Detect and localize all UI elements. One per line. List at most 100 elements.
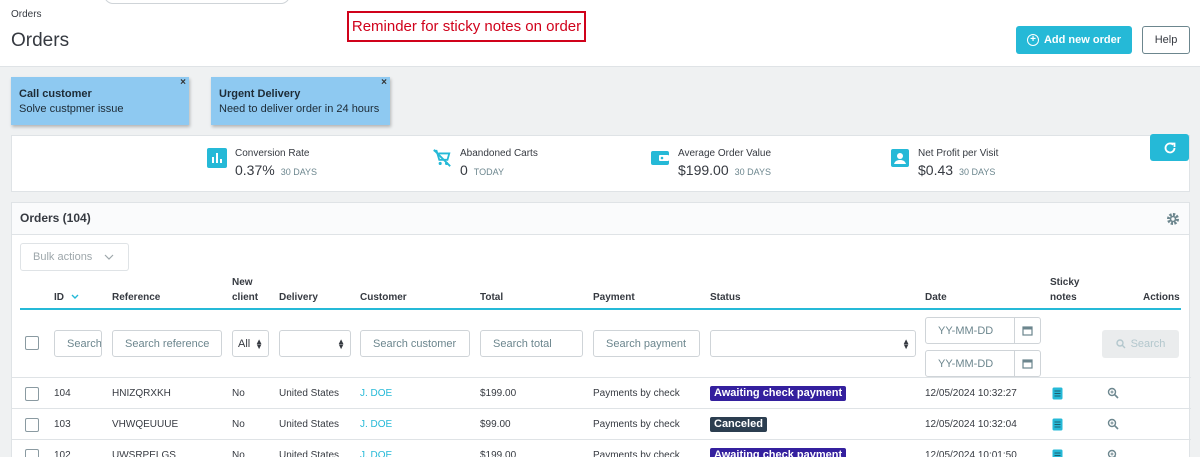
orders-card: Orders (104) Bulk actions ID Reference N…	[11, 202, 1191, 457]
row-checkbox[interactable]	[25, 387, 39, 401]
column-header-payment[interactable]: Payment	[593, 290, 635, 305]
order-customer-link[interactable]: J. DOE	[360, 388, 392, 399]
view-magnifier-icon[interactable]	[1107, 449, 1119, 457]
help-button[interactable]: Help	[1142, 26, 1190, 54]
kpi-label: Net Profit per Visit	[918, 148, 999, 159]
plus-circle-icon: +	[1026, 34, 1039, 46]
status-badge[interactable]: Awaiting check payment	[710, 448, 847, 457]
search-reference-input[interactable]: Search reference	[112, 330, 222, 357]
breadcrumb[interactable]: Orders	[11, 9, 42, 20]
column-label: New	[232, 277, 253, 288]
column-header-id[interactable]: ID	[54, 290, 79, 305]
row-checkbox[interactable]	[25, 418, 39, 432]
kpi-label: Conversion Rate	[235, 148, 310, 159]
order-delivery: United States	[279, 450, 340, 457]
order-reference: UWSRPELGS	[112, 450, 176, 457]
sticky-note-icon[interactable]	[1052, 387, 1063, 400]
chevron-down-icon	[104, 254, 114, 260]
new-client-select-value: All	[238, 337, 251, 350]
order-id: 102	[54, 450, 71, 457]
table-row[interactable]: 102 UWSRPELGS No United States J. DOE $199.00…	[12, 440, 1191, 457]
add-new-order-button[interactable]: + Add new order	[1016, 26, 1132, 54]
view-magnifier-icon[interactable]	[1107, 387, 1119, 399]
filter-row: Search ID Search reference All ▲▼ ▲▼ Sea…	[12, 310, 1191, 378]
kpi-net-profit[interactable]: Net Profit per Visit $0.43 30 DAYS	[890, 148, 998, 178]
view-magnifier-icon[interactable]	[1107, 418, 1119, 430]
status-badge[interactable]: Canceled	[710, 417, 767, 432]
sticky-note-title: Urgent Delivery	[219, 88, 301, 100]
select-all-checkbox[interactable]	[25, 336, 39, 350]
search-customer-input[interactable]: Search customer	[360, 330, 470, 357]
sticky-note[interactable]: Urgent Delivery Need to deliver order in…	[211, 77, 390, 125]
column-header-date[interactable]: Date	[925, 290, 947, 305]
status-select[interactable]: ▲ ▼	[710, 330, 916, 357]
column-header-reference[interactable]: Reference	[112, 290, 160, 305]
column-header-customer[interactable]: Customer	[360, 290, 407, 305]
page-title: Orders	[11, 30, 70, 51]
order-reference: VHWQEUUUE	[112, 419, 179, 430]
add-new-order-label: Add new order	[1043, 34, 1121, 46]
sticky-note-icon[interactable]	[1052, 418, 1063, 431]
refresh-button[interactable]	[1150, 134, 1189, 161]
close-icon[interactable]: ×	[180, 77, 186, 88]
column-label: notes	[1050, 292, 1077, 303]
date-to-placeholder: YY-MM-DD	[938, 357, 994, 370]
bulk-actions-dropdown[interactable]: Bulk actions	[20, 243, 129, 271]
delivery-select[interactable]: ▲ ▼	[279, 330, 351, 357]
order-total: $199.00	[480, 388, 517, 399]
orders-card-header: Orders (104)	[12, 203, 1189, 235]
kpi-value: $0.43	[918, 162, 954, 178]
calendar-icon[interactable]	[1014, 318, 1040, 343]
order-date: 12/05/2024 10:32:04	[925, 419, 1017, 430]
order-customer-link[interactable]: J. DOE	[360, 419, 392, 430]
column-header-new-client[interactable]: New client	[232, 275, 258, 305]
column-header-status[interactable]: Status	[710, 290, 741, 305]
search-payment-input[interactable]: Search payment	[593, 330, 700, 357]
bulk-actions-label: Bulk actions	[33, 251, 93, 263]
column-header-total[interactable]: Total	[480, 290, 503, 305]
sticky-note-title: Call customer	[19, 88, 92, 100]
kpi-value: $199.00	[678, 162, 729, 178]
order-customer-link[interactable]: J. DOE	[360, 450, 392, 457]
close-icon[interactable]: ×	[381, 77, 387, 88]
global-search-input[interactable]	[104, 0, 290, 4]
date-from-placeholder: YY-MM-DD	[938, 324, 994, 337]
gear-icon[interactable]	[1166, 212, 1180, 226]
sort-desc-icon[interactable]	[71, 294, 79, 300]
sticky-note-body: Solve custpmer issue	[19, 103, 124, 115]
order-reference: HNIZQRXKH	[112, 388, 171, 399]
kpi-average-order-value[interactable]: Average Order Value $199.00 30 DAYS	[650, 148, 771, 178]
column-header-sticky-notes: Sticky notes	[1050, 275, 1079, 305]
select-arrows-icon: ▲ ▼	[902, 337, 910, 351]
kpi-label: Average Order Value	[678, 148, 772, 159]
order-total: $99.00	[480, 419, 511, 430]
order-new-client: No	[232, 388, 245, 399]
sticky-note-icon[interactable]	[1052, 449, 1063, 457]
new-client-select[interactable]: All ▲ ▼	[232, 330, 269, 357]
order-date: 12/05/2024 10:01:50	[925, 450, 1017, 457]
table-row[interactable]: 104 HNIZQRXKH No United States J. DOE $199.00…	[12, 378, 1191, 409]
order-new-client: No	[232, 419, 245, 430]
order-payment: Payments by check	[593, 450, 680, 457]
profile-card-icon	[891, 149, 909, 167]
table-row[interactable]: 103 VHWQEUUUE No United States J. DOE $99.00 P…	[12, 409, 1191, 440]
row-checkbox[interactable]	[25, 449, 39, 457]
search-id-input[interactable]: Search ID	[54, 330, 102, 357]
search-button[interactable]: Search	[1102, 330, 1179, 358]
column-label: client	[232, 292, 259, 303]
column-header-delivery[interactable]: Delivery	[279, 290, 318, 305]
search-button-label: Search	[1130, 338, 1166, 350]
search-total-input[interactable]: Search total	[480, 330, 583, 357]
kpi-conversion-rate[interactable]: Conversion Rate 0.37% 30 DAYS	[207, 148, 317, 178]
date-to-input[interactable]: YY-MM-DD	[925, 350, 1041, 377]
search-icon	[1115, 339, 1126, 349]
date-from-input[interactable]: YY-MM-DD	[925, 317, 1041, 344]
reminder-annotation: Reminder for sticky notes on order	[347, 11, 586, 42]
kpi-abandoned-carts[interactable]: Abandoned Carts 0 TODAY	[432, 148, 538, 178]
calendar-icon[interactable]	[1014, 351, 1040, 376]
select-arrows-icon: ▲ ▼	[337, 337, 345, 351]
status-badge[interactable]: Awaiting check payment	[710, 386, 847, 401]
sticky-note[interactable]: Call customer Solve custpmer issue ×	[11, 77, 189, 125]
order-new-client: No	[232, 450, 245, 457]
column-label: Sticky	[1050, 277, 1080, 288]
